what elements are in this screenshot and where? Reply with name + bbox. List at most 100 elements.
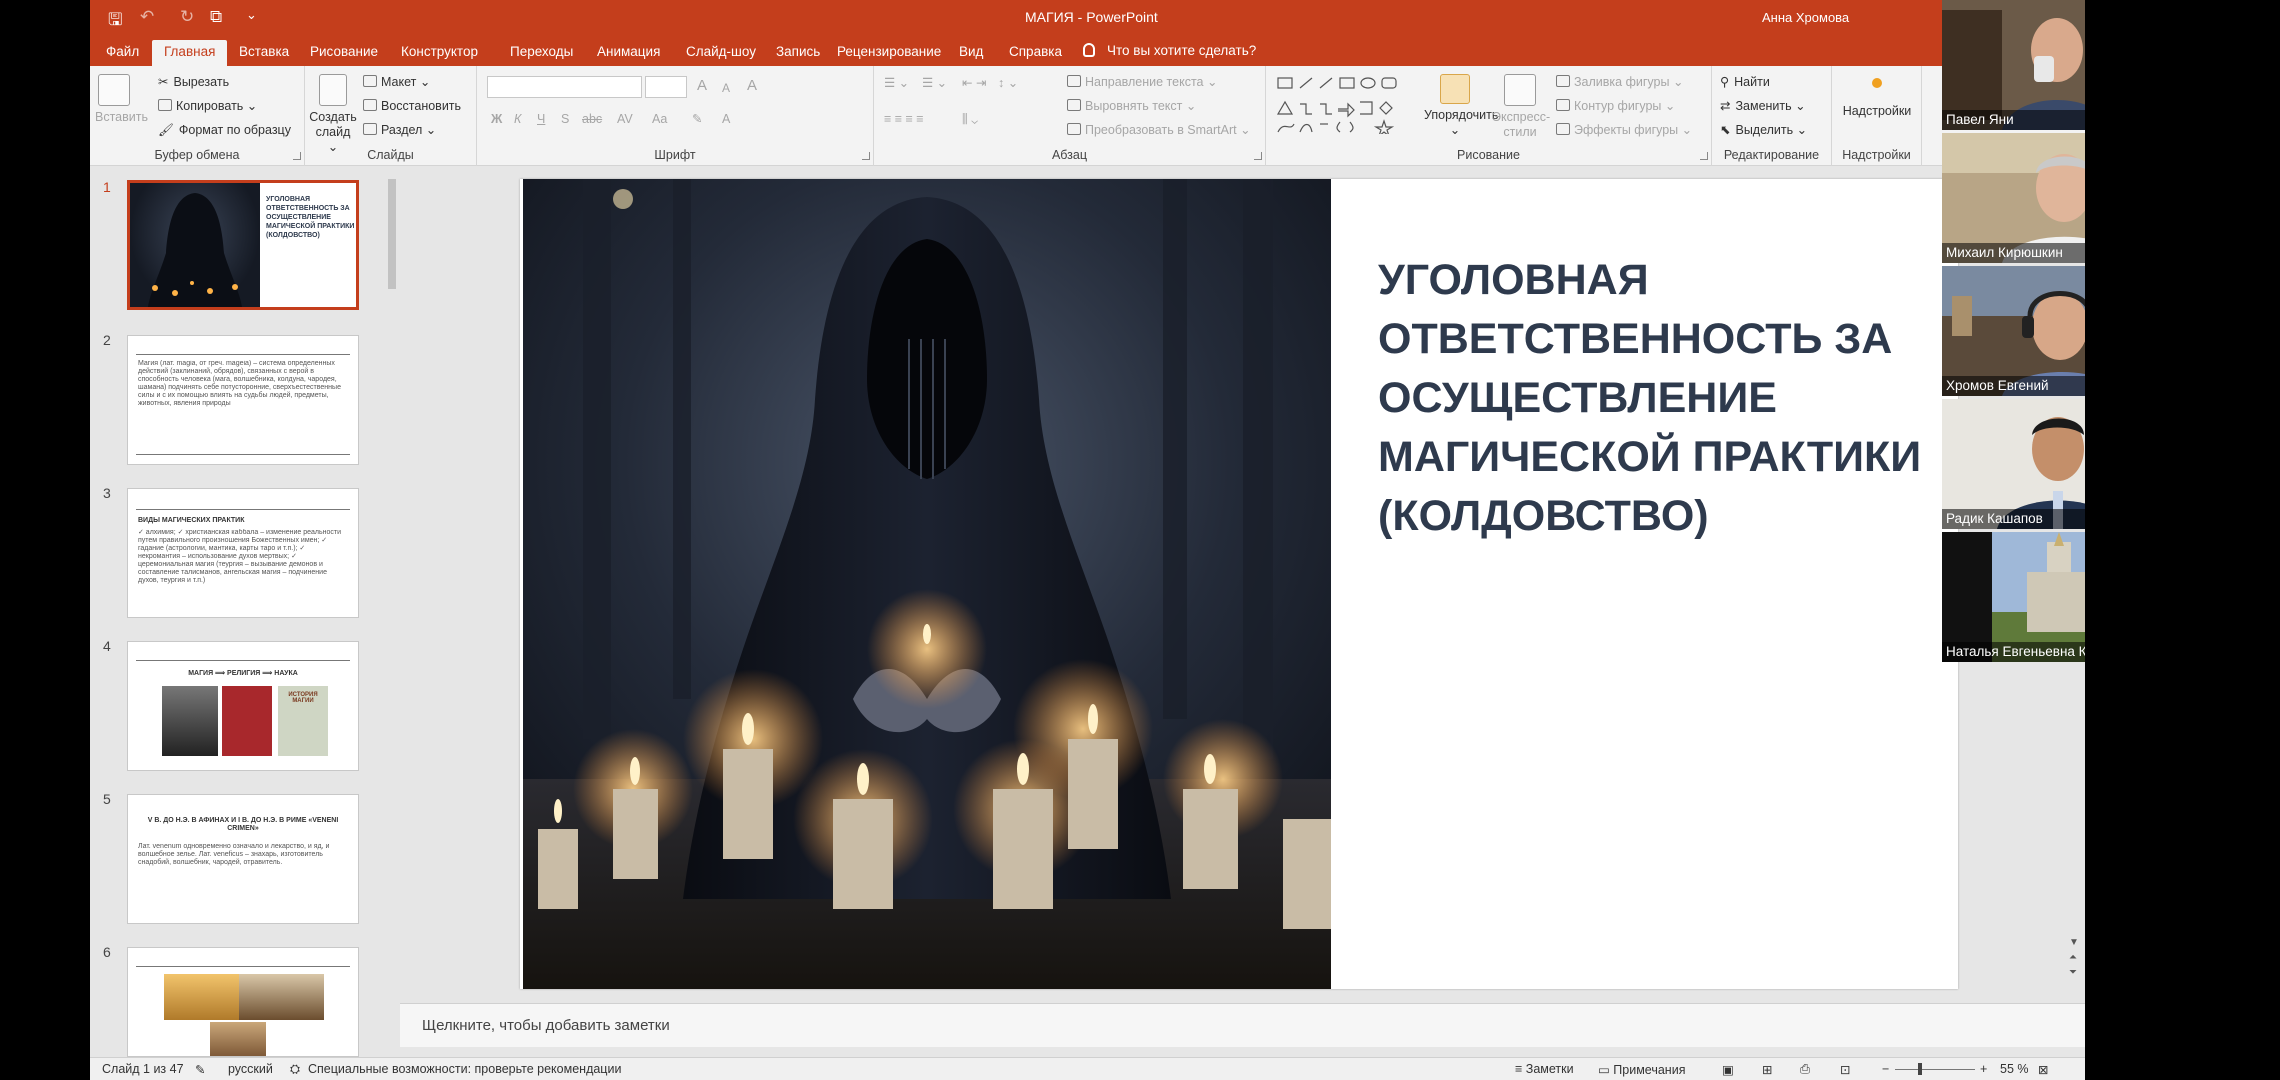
- participant-tile[interactable]: Хромов Евгений: [1942, 266, 2085, 396]
- save-icon[interactable]: 🖫: [108, 7, 122, 36]
- slide-sorter-icon[interactable]: ⊞: [1762, 1062, 1772, 1077]
- participant-tile[interactable]: Павел Яни: [1942, 0, 2085, 130]
- participant-tile[interactable]: Наталья Евгеньевна Крылова: [1942, 532, 2085, 662]
- tab-transitions[interactable]: Переходы: [498, 42, 585, 66]
- customize-icon[interactable]: ⌄: [246, 7, 257, 23]
- numbering-icon[interactable]: ☰ ⌄: [922, 75, 947, 91]
- participant-tile[interactable]: Михаил Кирюшкин: [1942, 133, 2085, 263]
- select-button[interactable]: ⬉ Выделить ⌄: [1720, 122, 1807, 138]
- next-slide-icon[interactable]: ⏷: [2069, 967, 2077, 978]
- smartart-button[interactable]: Преобразовать в SmartArt ⌄: [1067, 122, 1251, 138]
- bullets-icon[interactable]: ☰ ⌄: [884, 75, 909, 91]
- font-launcher-icon[interactable]: [862, 152, 870, 160]
- slide-thumbnail-6[interactable]: [127, 947, 359, 1057]
- accessibility-status[interactable]: Специальные возможности: проверьте реком…: [308, 1062, 621, 1076]
- font-size-field[interactable]: [645, 76, 687, 98]
- arrange-button[interactable]: Упорядочить ⌄: [1424, 74, 1498, 138]
- shapes-gallery[interactable]: [1276, 74, 1426, 134]
- tab-draw[interactable]: Рисование: [298, 42, 390, 66]
- start-slideshow-icon[interactable]: ⧉: [210, 7, 222, 27]
- slide-thumbnail-4[interactable]: МАГИЯ ⟹ РЕЛИГИЯ ⟹ НАУКА ИСТОРИЯ МАГИИ: [127, 641, 359, 771]
- user-name[interactable]: Анна Хромова: [1762, 10, 1849, 25]
- participant-tile[interactable]: Радик Кашапов: [1942, 399, 2085, 529]
- find-button[interactable]: ⚲ Найти: [1720, 74, 1770, 90]
- notes-button[interactable]: ≡ Заметки: [1515, 1062, 1574, 1076]
- italic-button[interactable]: К: [514, 111, 521, 127]
- bold-button[interactable]: Ж: [491, 111, 502, 127]
- underline-button[interactable]: Ч: [537, 111, 545, 127]
- grow-font-button[interactable]: A: [697, 78, 707, 94]
- shape-outline-button[interactable]: Контур фигуры ⌄: [1556, 98, 1675, 114]
- paste-button[interactable]: Вставить: [95, 74, 148, 125]
- slide-thumbnail-1[interactable]: УГОЛОВНАЯ ОТВЕТСТВЕННОСТЬ ЗА ОСУЩЕСТВЛЕН…: [127, 180, 359, 310]
- tab-record[interactable]: Запись: [764, 42, 832, 66]
- zoom-level[interactable]: 55 %: [2000, 1062, 2029, 1076]
- tab-home[interactable]: Главная: [152, 40, 228, 66]
- tab-animations[interactable]: Анимация: [585, 42, 672, 66]
- slide-thumbnail-5[interactable]: V В. ДО Н.Э. В АФИНАХ И I В. ДО Н.Э. В Р…: [127, 794, 359, 924]
- layout-button[interactable]: Макет ⌄: [363, 74, 430, 90]
- columns-icon[interactable]: ⫼ ⌄: [962, 111, 978, 127]
- shape-effects-button[interactable]: Эффекты фигуры ⌄: [1556, 122, 1692, 138]
- replace-button[interactable]: ⇄ Заменить ⌄: [1720, 98, 1806, 114]
- shrink-font-button[interactable]: A: [722, 80, 730, 96]
- text-direction-button[interactable]: Направление текста ⌄: [1067, 74, 1217, 90]
- accessibility-icon[interactable]: ⛭: [290, 1062, 300, 1077]
- section-button[interactable]: Раздел ⌄: [363, 122, 436, 138]
- font-color-icon[interactable]: A: [722, 111, 730, 127]
- change-case-icon[interactable]: Aa: [652, 111, 667, 127]
- tab-help[interactable]: Справка: [997, 42, 1074, 66]
- zoom-in-icon[interactable]: +: [1980, 1062, 1987, 1076]
- shadow-button[interactable]: S: [561, 111, 569, 127]
- tab-review[interactable]: Рецензирование: [825, 42, 953, 66]
- redo-icon[interactable]: ↻: [180, 7, 194, 27]
- clipboard-launcher-icon[interactable]: [293, 152, 301, 160]
- comments-button[interactable]: ▭ Примечания: [1598, 1062, 1685, 1077]
- scroll-thumb[interactable]: [388, 179, 396, 289]
- thumbnails-scrollbar[interactable]: [385, 167, 399, 1057]
- line-spacing-icon[interactable]: ↕ ⌄: [998, 75, 1018, 91]
- fit-to-window-icon[interactable]: ⊠: [2038, 1062, 2048, 1077]
- zoom-out-icon[interactable]: −: [1882, 1062, 1889, 1076]
- new-slide-button[interactable]: Создать слайд ⌄: [309, 74, 357, 155]
- current-slide[interactable]: УГОЛОВНАЯ ОТВЕТСТВЕННОСТЬ ЗА ОСУЩЕСТВЛЕН…: [520, 179, 1958, 989]
- slide-image-hooded-figure[interactable]: [523, 179, 1331, 989]
- tab-slideshow[interactable]: Слайд-шоу: [674, 42, 768, 66]
- clear-formatting-button[interactable]: A: [747, 78, 757, 94]
- font-name-field[interactable]: [487, 76, 642, 98]
- strikethrough-button[interactable]: abc: [582, 111, 602, 127]
- tab-design[interactable]: Конструктор: [389, 42, 490, 66]
- char-spacing-icon[interactable]: AV: [617, 111, 633, 127]
- drawing-launcher-icon[interactable]: [1700, 152, 1708, 160]
- notes-pane[interactable]: Щелкните, чтобы добавить заметки: [400, 1003, 2085, 1047]
- undo-icon[interactable]: ↶: [140, 7, 154, 27]
- zoom-slider[interactable]: [1895, 1069, 1975, 1070]
- format-painter-button[interactable]: 🖌 Формат по образцу: [158, 122, 291, 138]
- cut-button[interactable]: ✂ Вырезать: [158, 74, 229, 90]
- tab-file[interactable]: Файл: [94, 42, 151, 66]
- scroll-down-icon[interactable]: ▼: [2069, 937, 2079, 948]
- reading-view-icon[interactable]: ⎙: [1800, 1062, 1810, 1077]
- indent-icons[interactable]: ⇤ ⇥: [962, 75, 986, 91]
- tab-insert[interactable]: Вставка: [227, 42, 301, 66]
- normal-view-icon[interactable]: ▣: [1722, 1062, 1734, 1077]
- slide-thumbnail-3[interactable]: ВИДЫ МАГИЧЕСКИХ ПРАКТИК ✓ алхимия; ✓ хри…: [127, 488, 359, 618]
- slide-thumbnail-2[interactable]: Магия (лат. magia, от греч. mageia) – си…: [127, 335, 359, 465]
- reset-button[interactable]: Восстановить: [363, 98, 461, 114]
- spellcheck-icon[interactable]: ✎: [195, 1062, 205, 1077]
- copy-button[interactable]: Копировать ⌄: [158, 98, 257, 114]
- slideshow-view-icon[interactable]: ⊡: [1840, 1062, 1850, 1077]
- zoom-slider-thumb[interactable]: [1918, 1063, 1922, 1075]
- tell-me-search[interactable]: Что вы хотите сделать?: [1083, 41, 1256, 61]
- shape-fill-button[interactable]: Заливка фигуры ⌄: [1556, 74, 1683, 90]
- align-text-button[interactable]: Выровнять текст ⌄: [1067, 98, 1196, 114]
- highlight-icon[interactable]: ✎: [692, 111, 702, 127]
- quick-styles-button[interactable]: Экспресс-стили: [1492, 74, 1550, 140]
- align-icons[interactable]: ≡ ≡ ≡ ≡: [884, 111, 924, 127]
- language-indicator[interactable]: русский: [228, 1062, 273, 1076]
- prev-slide-icon[interactable]: ⏶: [2069, 952, 2077, 963]
- slide-title[interactable]: УГОЛОВНАЯ ОТВЕТСТВЕННОСТЬ ЗА ОСУЩЕСТВЛЕН…: [1378, 251, 1938, 546]
- paragraph-launcher-icon[interactable]: [1254, 152, 1262, 160]
- tab-view[interactable]: Вид: [947, 42, 995, 66]
- addins-button[interactable]: Надстройки: [1840, 76, 1914, 119]
